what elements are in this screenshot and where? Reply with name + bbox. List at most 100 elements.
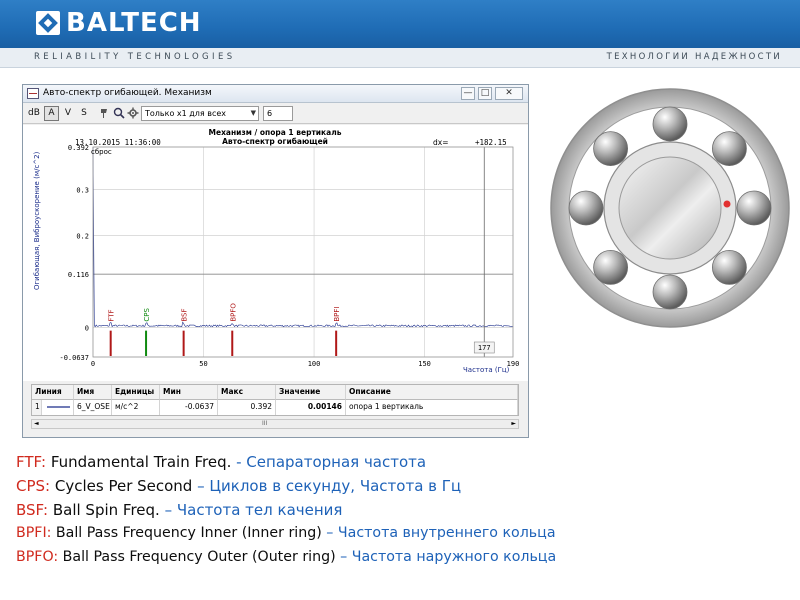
col-header-description[interactable]: Описание <box>346 385 518 400</box>
reset-label: сброс <box>91 148 112 156</box>
spectrum-series-line <box>92 146 514 328</box>
chevron-down-icon: ▼ <box>250 109 256 117</box>
acceleration-button[interactable]: A <box>44 106 59 121</box>
window-title: Авто-спектр огибающей. Механизм <box>43 88 212 98</box>
brand-name: BALTECH <box>66 8 202 38</box>
scroll-grip[interactable]: III <box>262 420 267 428</box>
y-tick-label: 0 <box>85 325 89 333</box>
bearing-ball <box>711 131 747 166</box>
legend-bpfi: BPFI: Ball Pass Frequency Inner (Inner r… <box>16 525 556 541</box>
legend-cps-abbr: CPS: <box>16 477 51 495</box>
marker-cps-label: CPS <box>143 308 151 322</box>
legend-bpfi-ru: – Частота внутреннего кольца <box>326 525 556 541</box>
sensor-point <box>723 200 731 208</box>
legend-cps-en: Cycles Per Second <box>50 477 198 495</box>
chart-axes: 0.3920.30.20.1160-0.06370 50 100 150 190 <box>59 144 519 368</box>
legend-bpfo-en: Ball Pass Frequency Outer (Outer ring) <box>58 549 341 565</box>
table-row[interactable]: 1 6_V_OSE м/с^2 -0.0637 0.392 0.00146 оп… <box>32 400 518 415</box>
pin-icon[interactable] <box>97 106 111 121</box>
legend-ftf-ru: - Сепараторная частота <box>236 453 427 471</box>
minimize-button[interactable]: — <box>461 87 475 100</box>
legend-ftf-abbr: FTF: <box>16 453 47 471</box>
legend-bpfi-en: Ball Pass Frequency Inner (Inner ring) <box>51 525 327 541</box>
x-tick-label: 0 <box>91 360 95 368</box>
bearing-ball <box>736 190 772 226</box>
row-index: 1 <box>32 400 42 415</box>
legend-bpfo-ru: – Частота наружного кольца <box>340 549 557 565</box>
dx-value: +182.15 <box>475 138 507 147</box>
maximize-button[interactable]: □ <box>478 87 492 100</box>
y-tick-label: 0.2 <box>76 232 89 240</box>
filter-number-field[interactable]: 6 <box>263 106 293 121</box>
col-header-min[interactable]: Мин <box>160 385 218 400</box>
table-header: Линия Имя Единицы Мин Макс Значение Опис… <box>32 385 518 400</box>
x-tick-label: 50 <box>199 360 207 368</box>
x-tick-label: 100 <box>308 360 321 368</box>
settings-icon[interactable] <box>126 106 140 121</box>
legend-bpfo-abbr: BPFO: <box>16 549 59 565</box>
chart-toolbar: dB A V S Только x1 для всех ▼ 6 <box>23 104 528 124</box>
y-tick-label: 0.116 <box>68 271 89 279</box>
legend-bsf-ru: – Частота тел качения <box>164 501 343 519</box>
spectrum-window: Авто-спектр огибающей. Механизм — □ ✕ dB… <box>22 84 529 438</box>
marker-bpfo-label: BPFO <box>229 303 237 322</box>
chart-subtitle: Авто-спектр огибающей <box>222 137 328 146</box>
y-tick-label: 0.3 <box>76 186 89 194</box>
x-tick-label: 150 <box>418 360 431 368</box>
col-header-units[interactable]: Единицы <box>112 385 160 400</box>
inner-hub <box>618 156 722 260</box>
legend-cps-ru: – Циклов в секунду, Частота в Гц <box>197 477 462 495</box>
col-header-line[interactable]: Линия <box>32 385 74 400</box>
scroll-left-icon[interactable]: ◄ <box>34 420 39 428</box>
chart-series <box>92 146 514 328</box>
row-name: 6_V_OSE <box>74 400 112 415</box>
col-header-max[interactable]: Макс <box>218 385 276 400</box>
marker-ftf-label: FTF <box>108 309 116 321</box>
bearing-ball <box>711 249 747 285</box>
bearing-ball <box>652 274 688 310</box>
bearing-ball <box>593 249 628 285</box>
filter-select-value: Только x1 для всех <box>145 109 227 118</box>
bearing-ball <box>593 131 628 166</box>
legend-bsf: BSF: Ball Spin Freq. – Частота тел качен… <box>16 501 342 519</box>
y-axis-label: Огибающая, Виброускорение (м/с^2) <box>33 151 41 290</box>
close-button[interactable]: ✕ <box>495 87 523 100</box>
x-axis-label: Частота (Гц) <box>463 366 510 374</box>
spectrum-chart-svg: FTF CPS BSF BPFO BPFI177 0.3920.30.20.1160-0… <box>33 128 519 374</box>
chart-window-icon <box>27 88 39 99</box>
row-value: 0.00146 <box>276 400 346 415</box>
search-icon[interactable] <box>112 106 126 121</box>
col-header-name[interactable]: Имя <box>74 385 112 400</box>
filter-select[interactable]: Только x1 для всех ▼ <box>141 106 259 121</box>
db-button[interactable]: dB <box>26 106 42 121</box>
row-description: опора 1 вертикаль <box>346 400 518 415</box>
marker-bsf-label: BSF <box>181 308 189 321</box>
col-header-value[interactable]: Значение <box>276 385 346 400</box>
legend-ftf: FTF: Fundamental Train Freq. - Сепаратор… <box>16 453 426 471</box>
chart-title: Механизм / опора 1 вертикаль <box>209 128 342 137</box>
row-max: 0.392 <box>218 400 276 415</box>
marker-bpfi-label: BPFI <box>333 307 341 322</box>
row-min: -0.0637 <box>160 400 218 415</box>
legend-bsf-abbr: BSF: <box>16 501 49 519</box>
legend-ftf-en: Fundamental Train Freq. <box>46 453 237 471</box>
tagline-left: RELIABILITY TECHNOLOGIES <box>34 52 236 62</box>
dx-label: dx= <box>433 138 448 147</box>
baltech-logo-icon <box>36 11 60 35</box>
velocity-button[interactable]: V <box>61 106 75 121</box>
y-tick-label: -0.0637 <box>59 354 89 362</box>
channel-table: Линия Имя Единицы Мин Макс Значение Опис… <box>31 384 519 416</box>
bearing-ball <box>568 190 604 226</box>
scroll-right-icon[interactable]: ► <box>511 420 516 428</box>
cursor-value: 177 <box>478 344 491 352</box>
legend-cps: CPS: Cycles Per Second – Циклов в секунд… <box>16 477 461 495</box>
row-line-swatch <box>42 400 74 415</box>
legend-bpfo: BPFO: Ball Pass Frequency Outer (Outer r… <box>16 549 556 565</box>
tagline-right: ТЕХНОЛОГИИ НАДЕЖНОСТИ <box>606 52 782 62</box>
bearing-ball <box>652 106 688 142</box>
bearing-diagram <box>550 88 790 328</box>
window-titlebar[interactable]: Авто-спектр огибающей. Механизм — □ ✕ <box>23 85 528 103</box>
displacement-button[interactable]: S <box>77 106 91 121</box>
spectrum-chart[interactable]: FTF CPS BSF BPFO BPFI 177 0.392 0.3 0.2 0.116 0 -0… <box>23 125 528 381</box>
horizontal-scrollbar[interactable]: ◄ III ► <box>31 419 519 429</box>
